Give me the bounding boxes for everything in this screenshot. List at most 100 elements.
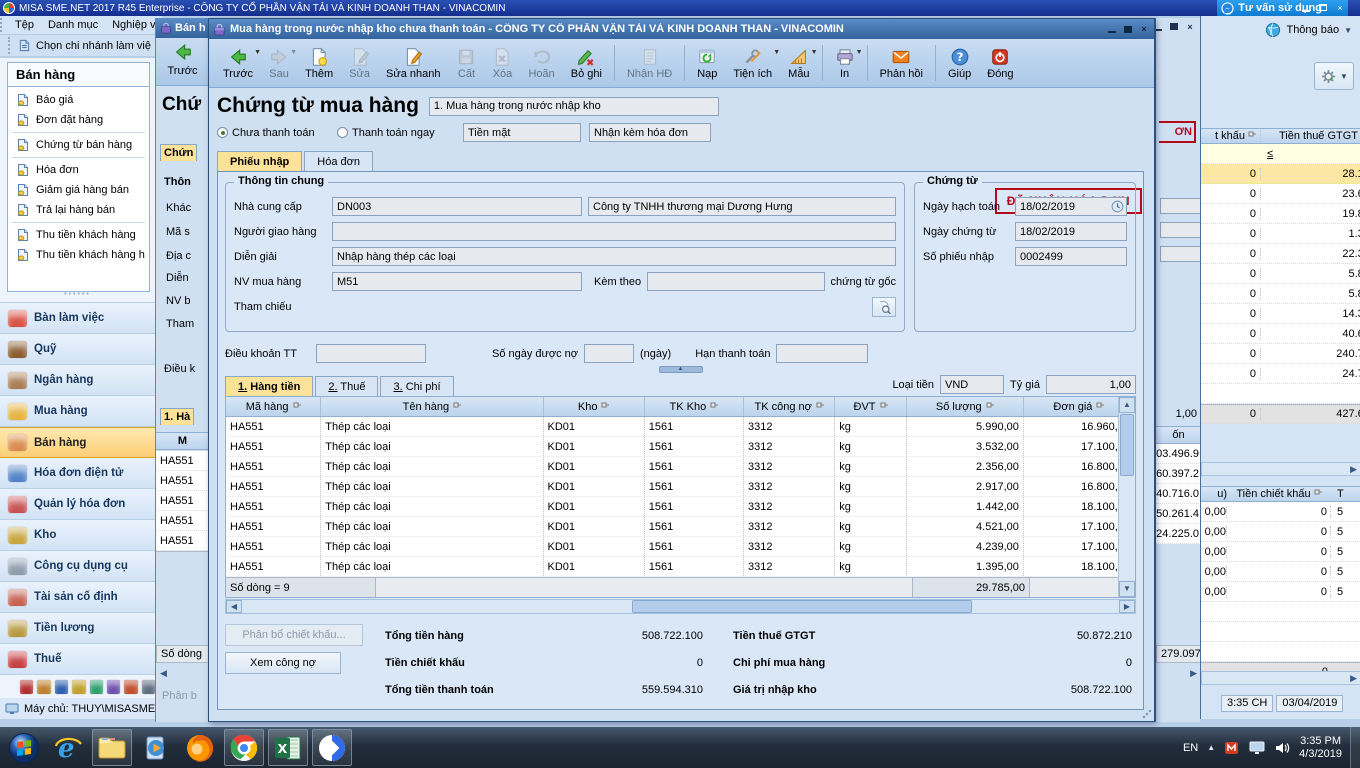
show-desktop-button[interactable] xyxy=(1350,727,1360,768)
table-row[interactable]: 0240.796 xyxy=(1201,344,1360,364)
toolbar-button-page-quick-edit[interactable]: Sửa nhanh xyxy=(378,39,448,87)
horizontal-scrollbar[interactable]: ◀ ▶ xyxy=(225,599,1136,614)
taskbar-app-file-explorer[interactable] xyxy=(92,729,132,766)
posting-date-field[interactable]: 18/02/2019 xyxy=(1015,197,1127,216)
supplier-code-field[interactable]: DN003 xyxy=(332,197,582,216)
cash-combo[interactable]: Tiền mặt xyxy=(463,123,581,142)
table-row[interactable]: 0,0005 xyxy=(1201,522,1360,542)
description-field[interactable]: Nhập hàng thép các loại xyxy=(332,247,896,266)
sidebar-item[interactable]: Chứng từ bán hàng xyxy=(8,135,149,155)
scroll-left-icon[interactable]: ◀ xyxy=(160,668,167,679)
column-header[interactable]: Mã hàng xyxy=(226,397,321,416)
pin-icon[interactable] xyxy=(816,401,824,413)
taskbar-app-misa[interactable] xyxy=(312,729,352,766)
sidebar-item[interactable]: Đơn đặt hàng xyxy=(8,110,149,130)
sidebar-module-purchase[interactable]: Mua hàng xyxy=(0,396,155,427)
sidebar-module-desk[interactable]: Bàn làm việc xyxy=(0,303,155,334)
sidebar-module-warehouse[interactable]: Kho xyxy=(0,520,155,551)
table-row[interactable]: 05.867 xyxy=(1201,264,1360,284)
pin-icon[interactable] xyxy=(986,401,994,413)
due-date-field[interactable] xyxy=(776,344,868,363)
start-button[interactable] xyxy=(4,729,44,766)
payment-terms-field[interactable] xyxy=(316,344,426,363)
pin-icon[interactable] xyxy=(710,401,718,413)
column-header[interactable]: ĐVT xyxy=(835,397,906,416)
tab-phieu-nhap[interactable]: Phiếu nhập xyxy=(217,151,302,171)
toolbar-button-page-new[interactable]: Thêm xyxy=(297,39,341,87)
table-row[interactable]: 0,0005 xyxy=(1201,502,1360,522)
sidebar-module-einvoice[interactable]: Hóa đơn điện tử xyxy=(0,458,155,489)
background-window-titlebar[interactable]: Bán h xyxy=(156,18,208,38)
radio-pay-now[interactable]: Thanh toán ngay xyxy=(337,127,455,139)
sidebar-module-invoice-mgmt[interactable]: Quản lý hóa đơn xyxy=(0,489,155,520)
mini-shortcut-icon-2[interactable] xyxy=(37,680,50,694)
pin-icon[interactable] xyxy=(293,401,301,413)
resize-grip[interactable] xyxy=(1142,709,1152,719)
mini-shortcut-icon-3[interactable] xyxy=(55,680,68,694)
toolbar-button-invoice[interactable]: Nhận HĐ xyxy=(619,39,680,87)
sidebar-item[interactable]: Thu tiền khách hàng xyxy=(8,225,149,245)
sidebar-module-assets[interactable]: Tài sản cố định xyxy=(0,582,155,613)
volume-icon[interactable] xyxy=(1274,741,1290,755)
table-row[interactable]: HA551Thép các loạiKD0115613312kg2.917,00… xyxy=(226,477,1135,497)
column-header[interactable]: Tiền chiết khấu xyxy=(1227,488,1331,500)
toolbar-button-power[interactable]: Đóng xyxy=(979,39,1021,87)
toolbar-button-help[interactable]: ?Giúp xyxy=(940,39,979,87)
scroll-right-icon[interactable]: ▶ xyxy=(1190,668,1197,679)
sidebar-module-tax[interactable]: Thuế xyxy=(0,644,155,675)
column-header[interactable]: TK công nợ xyxy=(744,397,835,416)
table-row[interactable]: 028.175 xyxy=(1201,164,1360,184)
table-row[interactable]: 0,0005 xyxy=(1201,582,1360,602)
toolbar-button-mail[interactable]: Phản hồi xyxy=(872,39,931,87)
hidden-icons-icon[interactable]: ▲ xyxy=(1207,743,1215,752)
scroll-right-icon[interactable]: ▶ xyxy=(1119,600,1135,613)
detail-tab[interactable]: 2. Thuế xyxy=(315,376,378,396)
buyer-code-field[interactable]: M51 xyxy=(332,272,582,291)
pin-icon[interactable] xyxy=(1096,401,1104,413)
scroll-left-icon[interactable]: ◀ xyxy=(226,600,242,613)
toolbar-button-floppy[interactable]: Cất xyxy=(448,39,484,87)
column-header[interactable]: Tiền thuế GTGT xyxy=(1261,130,1360,142)
radio-unpaid[interactable]: Chưa thanh toán xyxy=(217,127,329,139)
sidebar-module-safe[interactable]: Quỹ xyxy=(0,334,155,365)
invoice-receive-combo[interactable]: Nhận kèm hóa đơn xyxy=(589,123,711,142)
toolbar-button-template[interactable]: Mẫu▼ xyxy=(780,39,817,87)
toolbar-button-arrow-left[interactable]: Trước▼ xyxy=(215,39,261,87)
table-row[interactable]: HA551Thép các loạiKD0115613312kg1.442,00… xyxy=(226,497,1135,517)
maximize-icon[interactable] xyxy=(1168,21,1180,32)
allocate-discount-button[interactable]: Phân bổ chiết khấu... xyxy=(225,624,363,646)
notification-area[interactable]: Thông báo ▼ xyxy=(1201,16,1360,42)
settings-button[interactable]: ▼ xyxy=(1314,62,1354,90)
pin-icon[interactable] xyxy=(880,401,888,413)
sidebar-module-sales[interactable]: Bán hàng xyxy=(0,427,155,458)
table-row[interactable]: 0,0005 xyxy=(1201,542,1360,562)
table-row[interactable]: 022.360 xyxy=(1201,244,1360,264)
splitter-handle[interactable]: ▲ xyxy=(659,366,703,373)
table-row[interactable]: 014.333 xyxy=(1201,304,1360,324)
filter-row[interactable]: ≤ xyxy=(1201,144,1360,164)
filter-operator[interactable]: ≤ xyxy=(1261,148,1273,160)
table-row[interactable]: 01.328 xyxy=(1201,224,1360,244)
toolbar-button-utilities[interactable]: Tiện ích▼ xyxy=(725,39,780,87)
receipt-no-field[interactable]: 0002499 xyxy=(1015,247,1127,266)
toolbar-button-page-edit[interactable]: Sửa xyxy=(341,39,378,87)
scroll-right-icon[interactable]: ▶ xyxy=(1350,673,1357,684)
credit-days-field[interactable] xyxy=(584,344,634,363)
toolbar-button-printer[interactable]: In▼ xyxy=(827,39,863,87)
scroll-down-icon[interactable]: ▼ xyxy=(1119,581,1135,597)
scrollbar-thumb[interactable] xyxy=(632,600,972,613)
vertical-scrollbar[interactable]: ▲ ▼ xyxy=(1118,397,1135,597)
column-header[interactable]: t khấu xyxy=(1201,130,1261,142)
scroll-up-icon[interactable]: ▲ xyxy=(1119,397,1135,413)
column-header[interactable]: T xyxy=(1331,488,1344,500)
sidebar-module-tools[interactable]: Công cụ dụng cụ xyxy=(0,551,155,582)
column-header[interactable]: TK Kho xyxy=(645,397,744,416)
display-tray-icon[interactable] xyxy=(1249,741,1265,755)
table-row[interactable]: HA551Thép các loạiKD0115613312kg2.356,00… xyxy=(226,457,1135,477)
minimize-icon[interactable] xyxy=(1300,2,1312,13)
column-header[interactable]: u) xyxy=(1201,488,1227,500)
table-row[interactable]: HA551Thép các loạiKD0115613312kg5.990,00… xyxy=(226,417,1135,437)
menu-item-tệp[interactable]: Tệp xyxy=(15,19,34,31)
rate-field[interactable]: 1,00 xyxy=(1046,375,1136,394)
menu-item-danh-mục[interactable]: Danh mục xyxy=(48,19,98,31)
